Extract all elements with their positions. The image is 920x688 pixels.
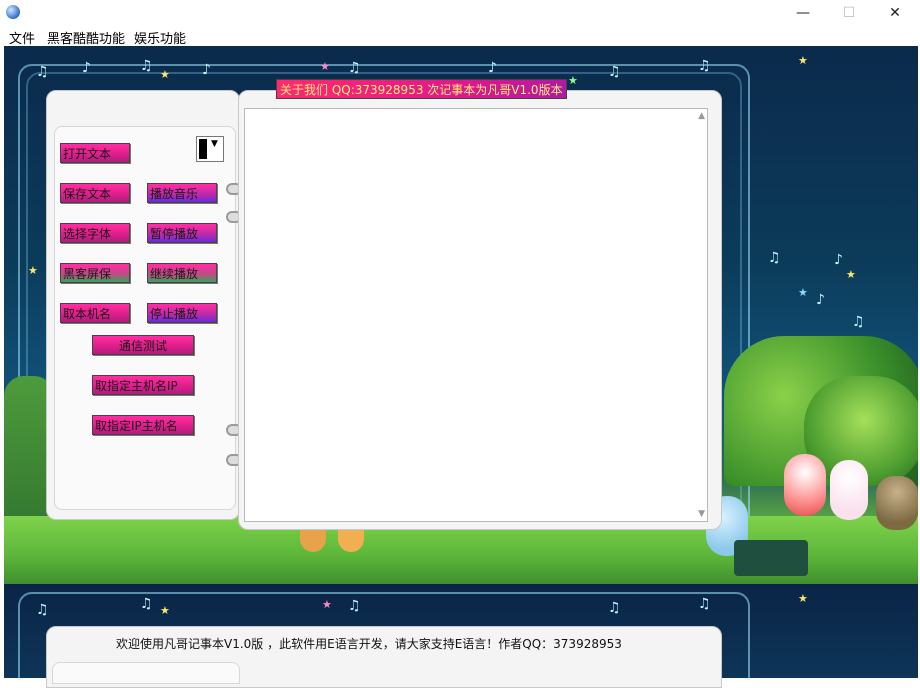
select-font-button[interactable]: 选择字体 — [60, 223, 130, 243]
save-text-button[interactable]: 保存文本 — [60, 183, 130, 203]
star-icon: ★ — [568, 74, 578, 87]
pause-play-button[interactable]: 暂停播放 — [147, 223, 217, 243]
menu-entertainment[interactable]: 娱乐功能 — [134, 28, 186, 47]
get-hostname-button[interactable]: 取本机名 — [60, 303, 130, 323]
star-icon: ★ — [320, 60, 330, 73]
hacker-screensaver-button[interactable]: 黑客屏保 — [60, 263, 130, 283]
scroll-up-icon[interactable]: ▲ — [698, 111, 705, 121]
music-note-icon: ♪ — [202, 62, 211, 78]
music-note-icon: ♫ — [608, 64, 621, 80]
star-icon: ★ — [798, 54, 808, 67]
music-note-icon: ♪ — [816, 292, 825, 308]
editor-textarea[interactable]: ▲ ▼ — [244, 108, 708, 522]
menu-hacker-features[interactable]: 黑客酷酷功能 — [47, 28, 125, 47]
music-note-icon: ♪ — [82, 60, 91, 76]
piano — [734, 540, 808, 576]
music-note-icon: ♫ — [36, 602, 49, 618]
star-icon: ★ — [28, 264, 38, 277]
minimize-button[interactable]: — — [780, 0, 826, 26]
status-message: 欢迎使用凡哥记事本V1.0版 ，此软件用E语言开发，请大家支持E语言！作者QQ：… — [116, 637, 622, 651]
star-icon: ★ — [846, 268, 856, 281]
music-note-icon: ♫ — [348, 598, 361, 614]
close-button[interactable]: ✕ — [872, 0, 918, 26]
star-icon: ★ — [798, 592, 808, 605]
color-dropdown[interactable]: ▼ — [196, 136, 224, 162]
play-music-button[interactable]: 播放音乐 — [147, 183, 217, 203]
character-goat-white — [830, 460, 868, 520]
character-goat-red — [784, 454, 826, 516]
about-banner: 关于我们 QQ:373928953 次记事本为凡哥V1.0版本 — [276, 79, 567, 99]
music-note-icon: ♫ — [140, 596, 153, 612]
star-icon: ★ — [160, 68, 170, 81]
menu-file[interactable]: 文件 — [9, 28, 35, 47]
status-panel-inner — [52, 662, 240, 684]
resume-play-button[interactable]: 继续播放 — [147, 263, 217, 283]
title-bar: — ☐ ✕ — [0, 0, 920, 26]
scroll-down-icon[interactable]: ▼ — [698, 509, 705, 519]
stop-play-button[interactable]: 停止播放 — [147, 303, 217, 323]
get-ip-hostname-button[interactable]: 取指定IP主机名 — [92, 415, 194, 435]
music-note-icon: ♫ — [852, 314, 865, 330]
music-note-icon: ♪ — [834, 252, 843, 268]
get-host-ip-button[interactable]: 取指定主机名IP — [92, 375, 194, 395]
chevron-down-icon: ▼ — [211, 139, 218, 149]
music-note-icon: ♫ — [36, 64, 49, 80]
star-icon: ★ — [160, 604, 170, 617]
globe-icon — [6, 5, 20, 19]
music-note-icon: ♫ — [140, 58, 153, 74]
comm-test-button[interactable]: 通信测试 — [92, 335, 194, 355]
star-icon: ★ — [322, 598, 332, 611]
star-icon: ★ — [798, 286, 808, 299]
music-note-icon: ♫ — [768, 250, 781, 266]
music-note-icon: ♪ — [488, 60, 497, 76]
music-note-icon: ♫ — [348, 60, 361, 76]
open-text-button[interactable]: 打开文本 — [60, 143, 130, 163]
music-note-icon: ♫ — [608, 600, 621, 616]
character-wolf — [876, 476, 918, 530]
menu-bar: 文件 黑客酷酷功能 娱乐功能 — [0, 26, 920, 47]
music-note-icon: ♫ — [698, 596, 711, 612]
maximize-button[interactable]: ☐ — [826, 0, 872, 26]
color-swatch — [199, 139, 207, 159]
music-note-icon: ♫ — [698, 58, 711, 74]
